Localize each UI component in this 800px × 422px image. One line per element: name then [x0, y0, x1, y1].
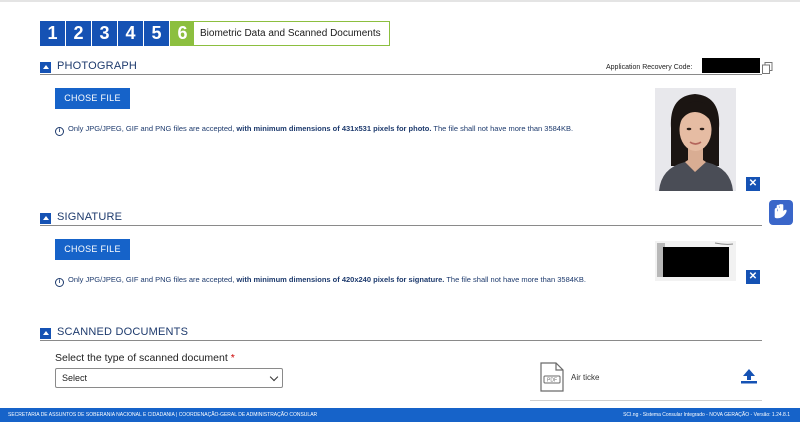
step-5[interactable]: 5: [144, 21, 169, 46]
remove-signature-button[interactable]: ✕: [746, 270, 760, 284]
step-2[interactable]: 2: [66, 21, 91, 46]
wizard-steps: 1 2 3 4 5 6: [40, 21, 196, 46]
pdf-file-icon: PDF: [540, 362, 564, 392]
step-4[interactable]: 4: [118, 21, 143, 46]
scanned-documents-section-header: SCANNED DOCUMENTS: [40, 326, 762, 341]
section-title: SCANNED DOCUMENTS: [57, 326, 189, 338]
file-row-divider: [530, 400, 762, 401]
document-type-select[interactable]: Select: [55, 368, 283, 388]
signature-info-text: i Only JPG/JPEG, GIF and PNG files are ac…: [55, 274, 595, 287]
upload-icon[interactable]: [740, 368, 758, 384]
section-title: SIGNATURE: [57, 211, 123, 223]
recovery-code-label: Application Recovery Code:: [606, 64, 693, 71]
remove-photo-button[interactable]: ✕: [746, 177, 760, 191]
info-icon: i: [55, 127, 64, 136]
copy-icon[interactable]: [762, 62, 773, 74]
photo-info-text: i Only JPG/JPEG, GIF and PNG files are ac…: [55, 123, 595, 136]
step-6[interactable]: 6: [170, 21, 195, 46]
signature-preview: [655, 241, 736, 281]
step-3[interactable]: 3: [92, 21, 117, 46]
section-title: PHOTOGRAPH: [57, 60, 138, 72]
collapse-icon[interactable]: [40, 328, 51, 339]
required-mark: *: [230, 352, 235, 364]
collapse-icon[interactable]: [40, 213, 51, 224]
footer: SECRETARIA DE ASSUNTOS DE SOBERANIA NACI…: [0, 408, 800, 422]
chevron-down-icon: [269, 372, 279, 382]
footer-left-text: SECRETARIA DE ASSUNTOS DE SOBERANIA NACI…: [8, 412, 318, 418]
signature-section-header: SIGNATURE: [40, 211, 762, 226]
current-step-title: Biometric Data and Scanned Documents: [193, 21, 390, 46]
choose-photo-button[interactable]: CHOSE FILE: [55, 88, 130, 109]
footer-version-text: SCI.ng - Sistema Consular Integrado - NO…: [623, 412, 790, 418]
top-divider: [0, 0, 800, 2]
select-value: Select: [62, 373, 88, 383]
info-icon: i: [55, 278, 64, 287]
photo-preview: [655, 88, 736, 191]
step-1[interactable]: 1: [40, 21, 65, 46]
choose-signature-button[interactable]: CHOSE FILE: [55, 239, 130, 260]
collapse-icon[interactable]: [40, 62, 51, 73]
accessibility-button[interactable]: [769, 200, 793, 225]
svg-text:PDF: PDF: [547, 378, 557, 384]
file-name[interactable]: Air ticke: [571, 373, 599, 382]
document-type-label: Select the type of scanned document *: [55, 352, 235, 364]
recovery-code-value: [702, 58, 760, 73]
sign-language-icon: [774, 204, 787, 219]
